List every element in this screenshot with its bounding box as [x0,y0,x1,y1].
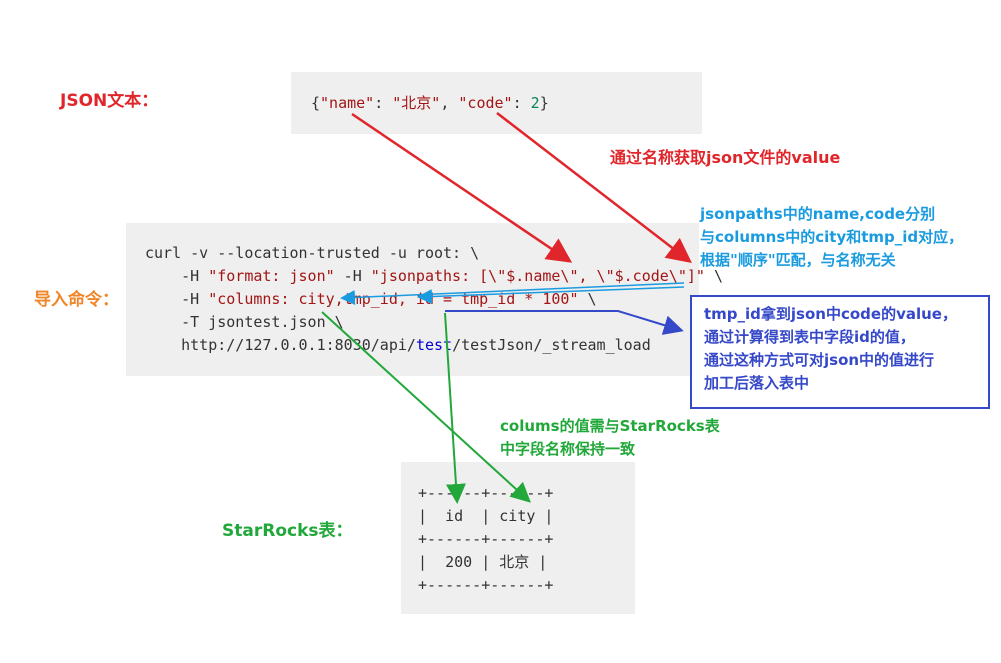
blue-arrow [445,310,684,335]
red-arrow-code [496,112,692,264]
red-arrow-name [351,112,573,263]
cyan-arrow-name [340,282,685,305]
arrow-layer [321,112,692,504]
green-arrow-city [321,311,531,503]
green-arrow-id [444,312,466,504]
